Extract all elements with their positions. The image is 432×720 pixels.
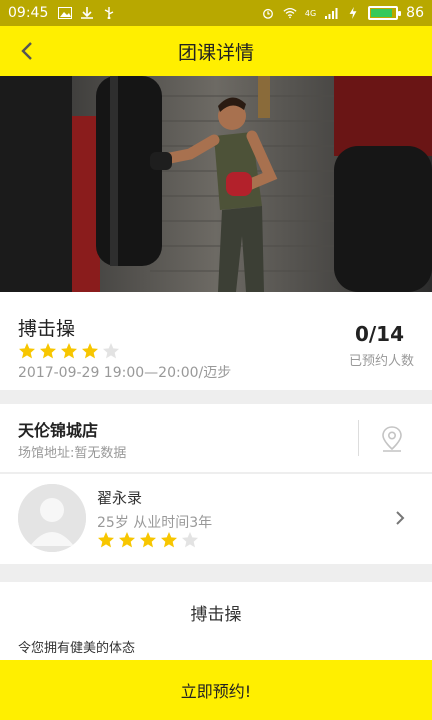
default-avatar-icon	[18, 484, 86, 552]
chevron-right-icon[interactable]	[394, 510, 406, 526]
signal-icon	[325, 8, 338, 19]
star-empty-icon	[103, 343, 119, 359]
star-filled-icon	[61, 343, 77, 359]
course-info-card: 搏击操 2017-09-29 19:00—20:00/迈步 0/14 已预约人数	[0, 292, 432, 390]
page-title: 团课详情	[177, 41, 254, 64]
system-icons: 4G 86	[261, 5, 424, 21]
notification-icons	[58, 7, 116, 19]
star-filled-icon	[161, 532, 177, 548]
app-header: 团课详情	[0, 26, 432, 76]
status-bar: 09:45 4G 86	[0, 0, 432, 26]
star-filled-icon	[98, 532, 114, 548]
venue-card[interactable]: 天伦锦城店 场馆地址:暂无数据	[0, 404, 432, 472]
venue-address: 场馆地址:暂无数据	[18, 446, 127, 461]
star-filled-icon	[119, 532, 135, 548]
back-button[interactable]	[14, 38, 40, 64]
location-button[interactable]	[378, 424, 406, 454]
battery-icon	[368, 6, 402, 20]
course-rating	[18, 342, 120, 360]
boxing-photo	[0, 76, 432, 292]
image-notification-icon	[58, 7, 73, 19]
wifi-icon	[283, 7, 297, 19]
battery-level: 86	[406, 5, 424, 21]
course-description: 搏击操 令您拥有健美的体态	[0, 582, 432, 660]
status-time: 09:45	[8, 5, 49, 21]
alarm-icon	[262, 8, 273, 19]
coach-info: 25岁 从业时间3年	[97, 515, 213, 531]
description-text: 令您拥有健美的体态	[18, 641, 136, 656]
download-icon	[81, 7, 94, 19]
coach-card[interactable]: 翟永录 25岁 从业时间3年	[0, 474, 432, 564]
venue-name: 天伦锦城店	[18, 421, 99, 440]
usb-icon	[105, 7, 114, 19]
book-now-button[interactable]: 立即预约!	[0, 660, 432, 720]
charging-icon	[349, 7, 357, 19]
coach-rating	[97, 531, 199, 549]
coach-avatar	[18, 484, 86, 552]
course-hero-image	[0, 76, 432, 292]
booked-count: 0/14	[354, 322, 404, 346]
location-pin-icon	[382, 426, 402, 452]
star-empty-icon	[182, 532, 198, 548]
venue-divider	[358, 420, 359, 456]
booked-label: 已预约人数	[348, 354, 414, 369]
course-time-location: 2017-09-29 19:00—20:00/迈步	[18, 365, 232, 381]
description-title: 搏击操	[190, 605, 242, 625]
network-label: 4G	[304, 8, 317, 18]
star-filled-icon	[140, 532, 156, 548]
course-name: 搏击操	[18, 318, 76, 340]
back-arrow-icon	[21, 42, 32, 60]
star-filled-icon	[40, 343, 56, 359]
coach-name: 翟永录	[97, 489, 143, 507]
star-filled-icon	[82, 343, 98, 359]
star-filled-icon	[19, 343, 35, 359]
